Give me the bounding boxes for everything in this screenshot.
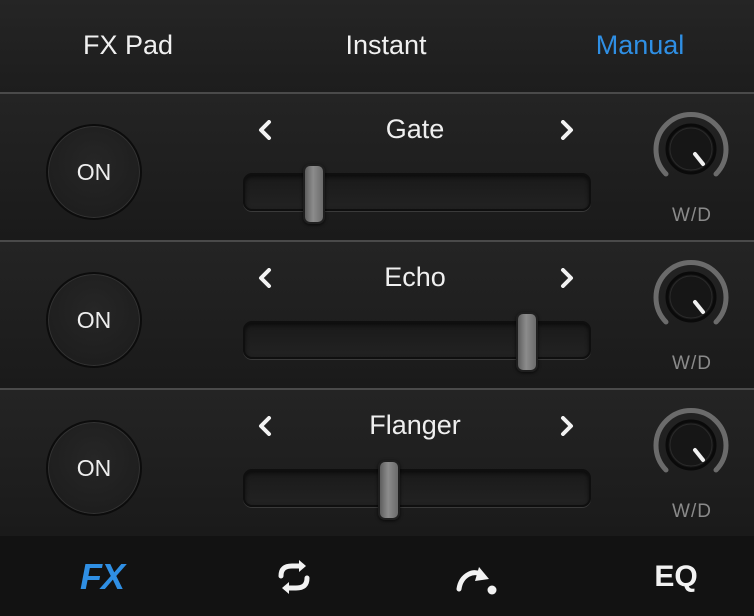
wet-dry-label: W/D — [672, 501, 712, 522]
wet-dry-knob[interactable] — [650, 108, 732, 190]
prev-effect-button[interactable] — [251, 260, 279, 296]
knob-icon — [653, 112, 729, 177]
chevron-left-icon — [259, 416, 271, 436]
next-effect-button[interactable] — [553, 408, 581, 444]
chevron-left-icon — [259, 120, 271, 140]
effect-name[interactable]: Echo — [340, 262, 490, 293]
chevron-right-icon — [561, 416, 573, 436]
cue-jump-icon — [456, 567, 497, 595]
chevron-right-icon — [561, 268, 573, 288]
prev-effect-button[interactable] — [251, 112, 279, 148]
wet-dry-knob[interactable] — [650, 256, 732, 338]
fx-slot-2: ON Echo W/D — [0, 242, 754, 390]
tab-manual[interactable]: Manual — [596, 30, 685, 61]
effect-param-slider[interactable] — [243, 312, 591, 372]
tab-fx-pad[interactable]: FX Pad — [83, 30, 173, 61]
knob-icon — [653, 260, 729, 325]
mode-tabs: FX Pad Instant Manual — [0, 0, 754, 94]
fx-panel: FX Pad Instant Manual ON Gate W/D ON Ech… — [0, 0, 754, 616]
prev-effect-button[interactable] — [251, 408, 279, 444]
slider-thumb[interactable] — [378, 460, 401, 520]
next-effect-button[interactable] — [553, 260, 581, 296]
slider-thumb[interactable] — [516, 312, 539, 372]
wet-dry-label: W/D — [672, 353, 712, 374]
loop-icon — [278, 560, 310, 594]
fx-on-button[interactable]: ON — [46, 124, 142, 220]
nav-cue-jump-button[interactable] — [448, 554, 504, 600]
fx-on-button[interactable]: ON — [46, 420, 142, 516]
nav-fx-button[interactable]: FX — [70, 554, 134, 600]
nav-fx-label: FX — [79, 556, 125, 597]
nav-loop-button[interactable] — [268, 554, 320, 600]
fx-slot-1: ON Gate W/D — [0, 94, 754, 242]
fx-on-button[interactable]: ON — [46, 272, 142, 368]
fx-slot-3: ON Flanger W/D — [0, 390, 754, 538]
slider-thumb[interactable] — [302, 164, 325, 224]
chevron-left-icon — [259, 268, 271, 288]
next-effect-button[interactable] — [553, 112, 581, 148]
tab-instant[interactable]: Instant — [345, 30, 426, 61]
nav-eq-button[interactable]: EQ — [646, 554, 706, 600]
wet-dry-knob[interactable] — [650, 404, 732, 486]
chevron-right-icon — [561, 120, 573, 140]
nav-eq-label: EQ — [654, 560, 698, 593]
wet-dry-label: W/D — [672, 205, 712, 226]
effect-name[interactable]: Gate — [340, 114, 490, 145]
knob-icon — [653, 408, 729, 473]
bottom-nav: FX EQ — [0, 536, 754, 616]
effect-param-slider[interactable] — [243, 164, 591, 224]
effect-param-slider[interactable] — [243, 460, 591, 520]
effect-name[interactable]: Flanger — [340, 410, 490, 441]
